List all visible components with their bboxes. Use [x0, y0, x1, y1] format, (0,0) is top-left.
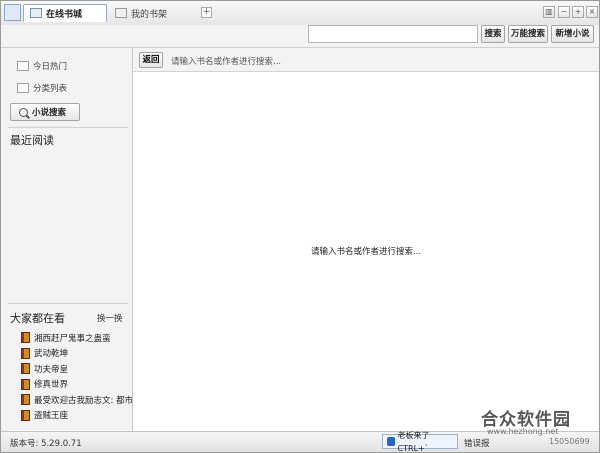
search-hint-center: 请输入书名或作者进行搜索...: [310, 247, 422, 257]
bookstore-icon: [30, 8, 42, 18]
list-item[interactable]: 最受欢迎古我励志文: 都市: [21, 392, 133, 408]
book-title: 湘西赶尸鬼事之蛊蛮: [34, 333, 111, 344]
main-content: 返回 请输入书名或作者进行搜索... 请输入书名或作者进行搜索...: [133, 48, 599, 431]
sidebar-divider: [8, 127, 128, 128]
list-icon: [17, 83, 29, 93]
sidebar-item-category-list[interactable]: 分类列表: [17, 80, 67, 96]
boss-key-label: 老板来了CTRL+`: [397, 430, 430, 453]
tab-online-bookstore[interactable]: 在线书城: [23, 4, 107, 22]
tab-label: 在线书城: [46, 9, 83, 20]
book-icon: [21, 409, 30, 421]
book-title: 功夫帝皇: [34, 364, 69, 375]
close-button[interactable]: ×: [586, 6, 598, 18]
user-avatar-icon[interactable]: [4, 4, 21, 21]
tab-label: 我的书架: [131, 9, 168, 20]
maximize-button[interactable]: +: [572, 6, 584, 18]
switch-batch-link[interactable]: 换一换: [97, 312, 123, 324]
sidebar-item-label: 今日热门: [33, 62, 68, 72]
back-button[interactable]: 返回: [139, 52, 163, 68]
book-open-icon: [17, 61, 29, 71]
tab-my-bookshelf[interactable]: 我的书架: [109, 4, 199, 22]
search-icon: [19, 107, 28, 117]
new-novel-button[interactable]: 新增小说: [551, 25, 594, 43]
popular-book-list: 湘西赶尸鬼事之蛊蛮 武动乾坤 功夫帝皇 修真世界 最受欢迎古我励志文: 都市 盗…: [21, 330, 133, 423]
novel-search-button[interactable]: 小说搜索: [10, 103, 80, 121]
list-item[interactable]: 武动乾坤: [21, 346, 133, 362]
list-item[interactable]: 功夫帝皇: [21, 361, 133, 377]
boss-key-button[interactable]: 老板来了CTRL+`: [382, 431, 458, 453]
search-button[interactable]: 搜索: [481, 25, 505, 43]
sidebar-item-label: 分类列表: [33, 84, 68, 94]
sidebar-divider: [8, 303, 128, 304]
list-item[interactable]: 修真世界: [21, 377, 133, 393]
book-title: 最受欢迎古我励志文: 都市: [34, 395, 133, 406]
minimize-button[interactable]: −: [558, 6, 570, 18]
search-input[interactable]: [308, 25, 478, 43]
running-man-icon: [387, 437, 395, 446]
list-item[interactable]: 盗贼王座: [21, 408, 133, 424]
skin-icon[interactable]: ▥: [543, 6, 555, 18]
app-window: 在线书城 我的书架 + ▥ − + × 搜索 万能搜索 新增小说 今日热门 分类…: [0, 0, 600, 453]
popular-heading: 大家都在看: [10, 312, 65, 325]
version-label: 版本号: 5.29.0.71: [10, 439, 82, 449]
toolbar: 搜索 万能搜索 新增小说: [1, 25, 599, 47]
watermark-url: www.hezhong.net: [487, 427, 559, 436]
book-title: 武动乾坤: [34, 349, 69, 360]
sidebar: 今日热门 分类列表 小说搜索 最近阅读 大家都在看 换一换 湘西赶尸鬼事之蛊蛮 …: [1, 48, 133, 431]
book-icon: [21, 394, 30, 406]
bookshelf-icon: [115, 8, 127, 18]
book-icon: [21, 378, 30, 390]
novel-search-label: 小说搜索: [32, 108, 67, 118]
power-search-button[interactable]: 万能搜索: [508, 25, 548, 43]
content-toolbar: 返回 请输入书名或作者进行搜索...: [133, 48, 599, 72]
title-bar: 在线书城 我的书架 + ▥ − + ×: [1, 1, 599, 25]
book-icon: [21, 363, 30, 375]
book-title: 修真世界: [34, 380, 69, 391]
phone-number: 15050699: [549, 437, 590, 446]
list-item[interactable]: 湘西赶尸鬼事之蛊蛮: [21, 330, 133, 346]
site-watermark: 合众软件园 www.hezhong.net: [481, 405, 599, 436]
book-icon: [21, 347, 30, 359]
recent-reading-heading: 最近阅读: [10, 134, 54, 147]
add-tab-button[interactable]: +: [201, 7, 212, 18]
error-report-link[interactable]: 错误报: [464, 437, 490, 449]
search-hint-top: 请输入书名或作者进行搜索...: [171, 57, 282, 67]
book-icon: [21, 332, 30, 344]
sidebar-item-today-hot[interactable]: 今日热门: [17, 58, 67, 74]
book-title: 盗贼王座: [34, 411, 69, 422]
